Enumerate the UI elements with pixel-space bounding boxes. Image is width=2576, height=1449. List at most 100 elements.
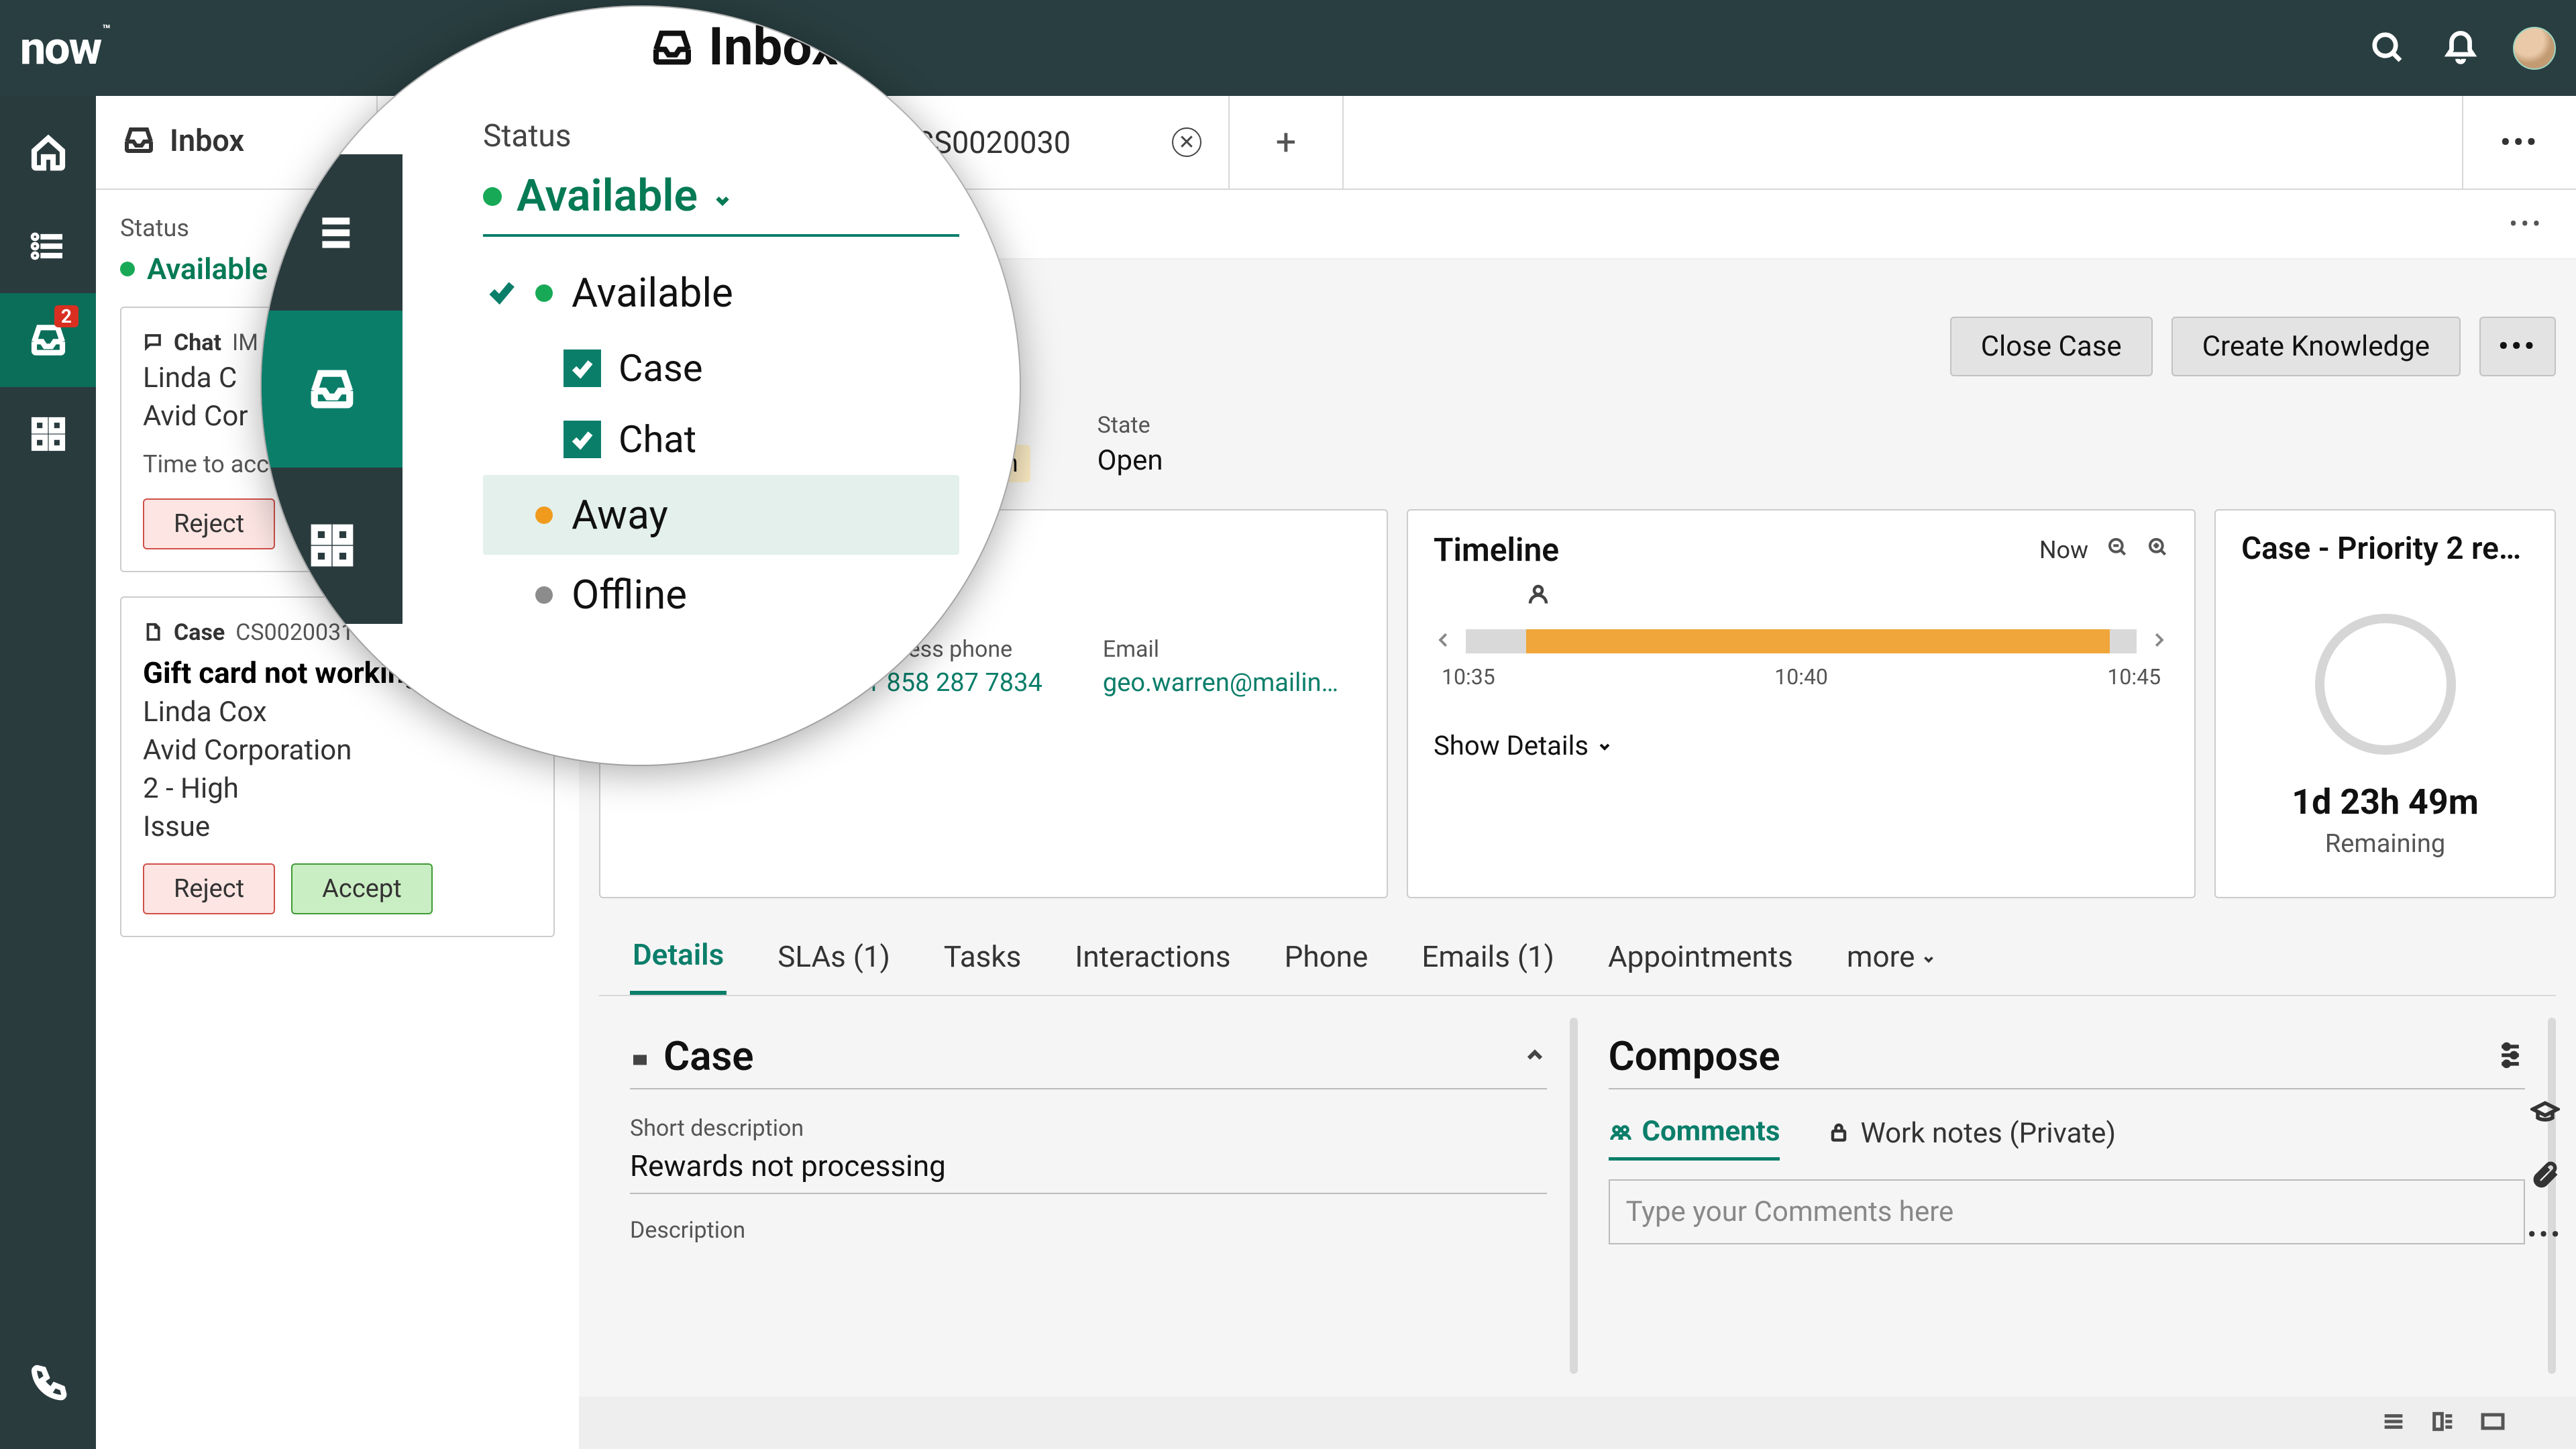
checkbox-checked-icon[interactable] (564, 350, 601, 387)
mag-nav-rail (262, 154, 402, 624)
email-value[interactable]: geo.warren@mailin… (1103, 668, 1338, 698)
sla-remaining: Remaining (2241, 829, 2529, 859)
card-company: Avid Corporation (143, 734, 532, 767)
right-more-icon[interactable]: ••• (2514, 1222, 2576, 1248)
status-option-available[interactable]: Available (483, 253, 959, 333)
attachment-icon[interactable] (2514, 1160, 2576, 1189)
check-icon (487, 269, 517, 317)
mag-inbox-header: Inbox (651, 17, 959, 78)
inbox-badge: 2 (54, 305, 78, 327)
short-desc-value[interactable]: Rewards not processing (630, 1148, 1547, 1194)
card-view-icon[interactable] (2479, 1408, 2506, 1438)
reject-button[interactable]: Reject (143, 498, 275, 549)
status-option-offline[interactable]: Offline (483, 555, 959, 635)
compose-tab-comments[interactable]: Comments (1609, 1115, 1780, 1161)
mag-rail-inbox[interactable] (262, 311, 402, 467)
status-channel-chat[interactable]: Chat (483, 404, 959, 475)
timeline-now-label: Now (2039, 536, 2088, 564)
checkbox-checked-icon[interactable] (564, 421, 601, 458)
rail-apps[interactable] (0, 387, 96, 481)
compose-tab-worknotes[interactable]: Work notes (Private) (1827, 1115, 2116, 1161)
tab-more[interactable]: ••• (2462, 96, 2576, 189)
chevron-down-icon (1921, 939, 1936, 974)
close-case-button[interactable]: Close Case (1950, 317, 2153, 376)
status-channel-case[interactable]: Case (483, 333, 959, 404)
zoom-in-icon[interactable] (2147, 536, 2169, 564)
tab-more-label: ••• (2500, 126, 2539, 159)
bell-icon[interactable] (2440, 28, 2481, 68)
close-icon[interactable]: ✕ (1172, 127, 1201, 157)
rail-phone[interactable] (0, 1335, 96, 1429)
sla-gauge (2315, 614, 2456, 755)
mag-status-label: Status (483, 118, 959, 154)
card-type-label: Chat (174, 329, 221, 356)
drag-handle-icon[interactable] (630, 1032, 650, 1080)
detail-tabs: Details SLAs (1) Tasks Interactions Phon… (599, 918, 2556, 996)
compose-title: Compose (1609, 1032, 1780, 1080)
reject-button[interactable]: Reject (143, 863, 275, 914)
chevron-left-icon[interactable] (1434, 630, 1454, 653)
chevron-down-icon (712, 170, 733, 222)
tab-interactions[interactable]: Interactions (1072, 918, 1233, 995)
status-dot-icon (535, 586, 553, 604)
tab-new-label: + (1276, 121, 1297, 164)
rail-home[interactable] (0, 105, 96, 199)
search-icon[interactable] (2368, 28, 2408, 68)
timeline-bar[interactable] (1466, 629, 2137, 653)
tab-emails[interactable]: Emails (1) (1419, 918, 1557, 995)
desc-label: Description (630, 1217, 1547, 1244)
status-dot-icon (120, 262, 135, 276)
rail-list[interactable] (0, 199, 96, 293)
list-view-icon[interactable] (2380, 1408, 2407, 1438)
subbar-more-icon[interactable]: ••• (2510, 210, 2544, 238)
graduation-cap-icon[interactable] (2514, 1098, 2576, 1128)
chevron-right-icon[interactable] (2149, 630, 2169, 653)
tab-tasks[interactable]: Tasks (941, 918, 1024, 995)
details-column: Case Short description Rewards not proce… (599, 1008, 1578, 1383)
show-details-toggle[interactable]: Show Details (1434, 730, 2169, 761)
card-priority: 2 - High (143, 772, 532, 805)
magnifier-overlay: Inbox Status Available Available Case Ch… (262, 7, 1020, 765)
sla-title: Case - Priority 2 re… (2241, 531, 2529, 567)
status-dot-icon (535, 284, 553, 302)
mag-status-dropdown[interactable]: Available (483, 170, 959, 237)
card-id: IM (232, 329, 258, 356)
email-label: Email (1103, 636, 1338, 663)
comments-input[interactable]: Type your Comments here (1609, 1179, 2526, 1244)
mag-rail-apps[interactable] (262, 468, 402, 624)
nav-rail: 2 (0, 96, 96, 1449)
rail-inbox[interactable]: 2 (0, 293, 96, 387)
tab-more[interactable]: more (1844, 918, 1939, 995)
sla-panel: Case - Priority 2 re… 1d 23h 49m Remaini… (2214, 509, 2556, 898)
compose-column: Compose Comments Work notes (Private) Ty… (1578, 1008, 2557, 1383)
status-dot-icon (535, 506, 553, 524)
status-option-away[interactable]: Away (483, 475, 959, 555)
logo: now™ (20, 21, 109, 75)
card-type-label: Case (174, 619, 225, 646)
state-label: State (1097, 412, 1163, 439)
tab-phone[interactable]: Phone (1282, 918, 1371, 995)
tab-slas[interactable]: SLAs (1) (775, 918, 893, 995)
tab-details[interactable]: Details (630, 918, 727, 995)
tab-new[interactable]: + (1230, 96, 1344, 189)
zoom-out-icon[interactable] (2107, 536, 2129, 564)
tab-appointments[interactable]: Appointments (1605, 918, 1796, 995)
right-rail: ••• (2514, 260, 2576, 1248)
collapse-icon[interactable] (1523, 1043, 1547, 1070)
split-view-icon[interactable] (2430, 1408, 2457, 1438)
chat-icon (143, 329, 163, 356)
timeline-panel: Timeline Now 10:35 10:40 10:45 (1407, 509, 2196, 898)
status-dot-icon (483, 187, 502, 206)
mag-rail-list[interactable] (262, 154, 402, 311)
chevron-down-icon (1597, 730, 1613, 761)
short-desc-label: Short description (630, 1115, 1547, 1142)
user-marker-icon (1526, 582, 1550, 623)
state-value: Open (1097, 444, 1163, 477)
timeline-ticks: 10:35 10:40 10:45 (1434, 664, 2169, 690)
accept-button[interactable]: Accept (291, 863, 433, 914)
avatar[interactable] (2513, 27, 2556, 70)
sla-time: 1d 23h 49m (2241, 782, 2529, 822)
tab-inbox-label: Inbox (170, 123, 244, 158)
create-knowledge-button[interactable]: Create Knowledge (2171, 317, 2461, 376)
section-title: Case (663, 1032, 754, 1080)
